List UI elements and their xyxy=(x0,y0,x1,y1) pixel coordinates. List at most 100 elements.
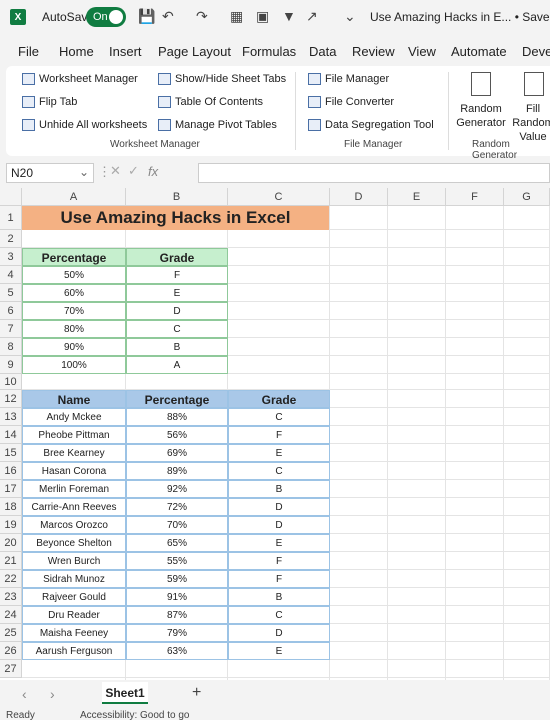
column-header-f[interactable]: F xyxy=(446,188,504,206)
column-header-b[interactable]: B xyxy=(126,188,228,206)
student-table-cell[interactable]: 72% xyxy=(126,498,228,516)
student-table-cell[interactable]: D xyxy=(228,516,330,534)
student-table-cell[interactable]: 56% xyxy=(126,426,228,444)
grade-table-cell[interactable]: 60% xyxy=(22,284,126,302)
table-of-contents-button[interactable]: Table Of Contents xyxy=(158,96,263,108)
show-hide-sheet-tabs-button[interactable]: Show/Hide Sheet Tabs xyxy=(158,73,286,85)
row-header-13[interactable]: 13 xyxy=(0,408,22,426)
student-table-cell[interactable]: Beyonce Shelton xyxy=(22,534,126,552)
grade-table-cell[interactable]: F xyxy=(126,266,228,284)
tab-home[interactable]: Home xyxy=(59,40,94,63)
student-table-cell[interactable]: D xyxy=(228,498,330,516)
student-table-cell[interactable]: Pheobe Pittman xyxy=(22,426,126,444)
picture-icon[interactable]: ▣ xyxy=(256,8,269,25)
student-table-cell[interactable]: 69% xyxy=(126,444,228,462)
tab-developer[interactable]: Deve xyxy=(522,40,550,63)
row-header-17[interactable]: 17 xyxy=(0,480,22,498)
row-header-4[interactable]: 4 xyxy=(0,266,22,284)
save-icon[interactable]: 💾 xyxy=(138,8,155,25)
column-header-e[interactable]: E xyxy=(388,188,446,206)
worksheet-grid[interactable]: A B C D E F G 1 2 3 4 5 6 7 8 9 10 12 13 14 15 16 17 18 19 20 21 22… xyxy=(0,188,550,680)
formula-input[interactable] xyxy=(198,163,550,183)
select-all-corner[interactable] xyxy=(0,188,22,206)
student-table-cell[interactable]: F xyxy=(228,552,330,570)
grade-table-cell[interactable]: B xyxy=(126,338,228,356)
tab-automate[interactable]: Automate xyxy=(451,40,507,63)
name-box[interactable]: N20 ⌄ xyxy=(6,163,94,183)
scroll-left-icon[interactable]: ‹ xyxy=(22,686,27,702)
student-table-cell[interactable]: Merlin Foreman xyxy=(22,480,126,498)
cancel-icon[interactable]: ✕ xyxy=(110,163,121,179)
grade-table-cell[interactable]: 100% xyxy=(22,356,126,374)
student-table-cell[interactable]: 63% xyxy=(126,642,228,660)
redo-icon[interactable]: ↷ xyxy=(196,8,208,25)
student-table-cell[interactable]: E xyxy=(228,534,330,552)
worksheet-manager-button[interactable]: Worksheet Manager xyxy=(22,73,138,85)
grade-table-cell[interactable]: 80% xyxy=(22,320,126,338)
add-sheet-icon[interactable]: + xyxy=(192,684,201,702)
row-header-27[interactable]: 27 xyxy=(0,660,22,678)
row-header-22[interactable]: 22 xyxy=(0,570,22,588)
student-table-cell[interactable]: 91% xyxy=(126,588,228,606)
insert-function-icon[interactable]: fx xyxy=(148,164,158,179)
student-table-cell[interactable]: 65% xyxy=(126,534,228,552)
undo-icon[interactable]: ↶ xyxy=(162,8,174,25)
grade-table-header[interactable]: Percentage xyxy=(22,248,126,266)
flip-tab-button[interactable]: Flip Tab xyxy=(22,96,77,108)
student-table-cell[interactable]: 87% xyxy=(126,606,228,624)
file-converter-button[interactable]: File Converter xyxy=(308,96,394,108)
table-icon[interactable]: ▦ xyxy=(230,8,243,25)
column-header-a[interactable]: A xyxy=(22,188,126,206)
share-icon[interactable]: ↗ xyxy=(306,8,318,25)
student-table-header[interactable]: Grade xyxy=(228,390,330,408)
student-table-cell[interactable]: Rajveer Gould xyxy=(22,588,126,606)
chevron-down-icon[interactable]: ⌄ xyxy=(79,165,89,179)
row-header-6[interactable]: 6 xyxy=(0,302,22,320)
unhide-worksheets-button[interactable]: Unhide All worksheets xyxy=(22,119,147,131)
student-table-cell[interactable]: Aarush Ferguson xyxy=(22,642,126,660)
column-header-d[interactable]: D xyxy=(330,188,388,206)
student-table-cell[interactable]: Hasan Corona xyxy=(22,462,126,480)
student-table-cell[interactable]: F xyxy=(228,426,330,444)
tab-view[interactable]: View xyxy=(408,40,436,63)
student-table-cell[interactable]: Carrie-Ann Reeves xyxy=(22,498,126,516)
grade-table-cell[interactable]: A xyxy=(126,356,228,374)
row-header-12[interactable]: 12 xyxy=(0,390,22,408)
grade-table-cell[interactable]: E xyxy=(126,284,228,302)
status-accessibility[interactable]: Accessibility: Good to go xyxy=(80,710,190,720)
row-header-1[interactable]: 1 xyxy=(0,206,22,230)
file-manager-button[interactable]: File Manager xyxy=(308,73,389,85)
student-table-cell[interactable]: D xyxy=(228,624,330,642)
column-header-c[interactable]: C xyxy=(228,188,330,206)
student-table-cell[interactable]: C xyxy=(228,606,330,624)
student-table-cell[interactable]: 89% xyxy=(126,462,228,480)
student-table-cell[interactable]: 92% xyxy=(126,480,228,498)
row-header-3[interactable]: 3 xyxy=(0,248,22,266)
data-segregation-tool-button[interactable]: Data Segregation Tool xyxy=(308,119,434,131)
filter-icon[interactable]: ▼ xyxy=(282,8,296,24)
tab-formulas[interactable]: Formulas xyxy=(242,40,296,63)
student-table-cell[interactable]: C xyxy=(228,408,330,426)
row-header-25[interactable]: 25 xyxy=(0,624,22,642)
student-table-cell[interactable]: 55% xyxy=(126,552,228,570)
row-header-8[interactable]: 8 xyxy=(0,338,22,356)
student-table-cell[interactable]: B xyxy=(228,480,330,498)
student-table-cell[interactable]: 88% xyxy=(126,408,228,426)
student-table-cell[interactable]: 79% xyxy=(126,624,228,642)
customize-toolbar-icon[interactable]: ⌄ xyxy=(344,8,356,25)
row-header-7[interactable]: 7 xyxy=(0,320,22,338)
student-table-cell[interactable]: C xyxy=(228,462,330,480)
student-table-header[interactable]: Name xyxy=(22,390,126,408)
student-table-cell[interactable]: Marcos Orozco xyxy=(22,516,126,534)
student-table-cell[interactable]: 70% xyxy=(126,516,228,534)
row-header-10[interactable]: 10 xyxy=(0,374,22,390)
tab-file[interactable]: File xyxy=(18,40,39,63)
student-table-header[interactable]: Percentage xyxy=(126,390,228,408)
student-table-cell[interactable]: Bree Kearney xyxy=(22,444,126,462)
row-header-5[interactable]: 5 xyxy=(0,284,22,302)
tab-review[interactable]: Review xyxy=(352,40,395,63)
grade-table-header[interactable]: Grade xyxy=(126,248,228,266)
student-table-cell[interactable]: 59% xyxy=(126,570,228,588)
enter-icon[interactable]: ✓ xyxy=(128,163,139,179)
tab-data[interactable]: Data xyxy=(309,40,336,63)
